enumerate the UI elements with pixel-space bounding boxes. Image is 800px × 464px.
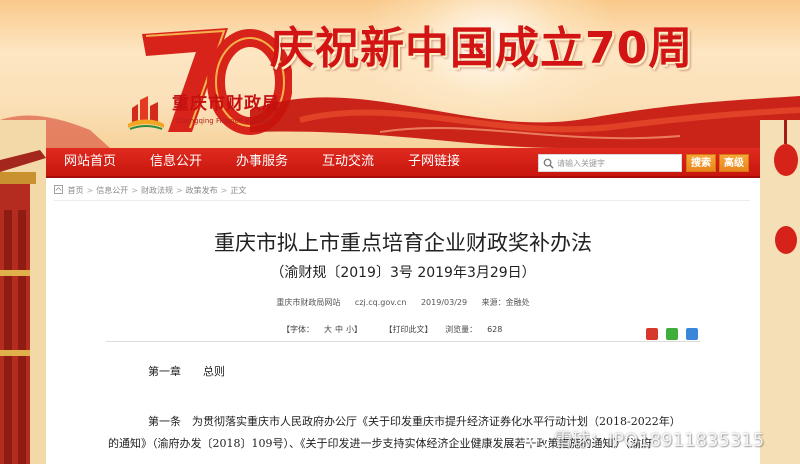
toolbar-left: 【字体： 大中小】 【打印此文】 浏览量： 628 [282,323,522,337]
nav-item-services[interactable]: 办事服务 [236,148,288,176]
breadcrumb-separator: > [86,186,94,195]
breadcrumb-regulations[interactable]: 财政法规 [141,186,173,195]
site-name: 重庆市财政局 [172,94,280,114]
home-icon [54,185,63,194]
view-count-label: 浏览量： [445,325,478,334]
palace-decoration-left [0,120,46,464]
font-size-close: 】 [354,325,362,334]
site-logo[interactable]: 重庆市财政局 Chongqing Finance Bureau [126,92,296,138]
font-size-large[interactable]: 大 [324,325,332,334]
breadcrumb-current: 正文 [230,186,247,195]
view-count-value: 628 [487,325,503,334]
header-banner: 庆祝新中国成立70周 重庆市财政局 Chongqing Finance Bure… [0,0,800,148]
search-box [538,154,682,172]
search-icon [543,158,554,169]
weibo-share-icon[interactable] [645,327,658,340]
watermark-text: 雪球：IPO18911835315 [554,430,765,451]
font-size-label: 【字体： [282,325,314,334]
breadcrumb-separator: > [220,186,228,195]
site-name-english: Chongqing Finance Bureau [176,117,270,125]
main-nav: 网站首页 信息公开 办事服务 互动交流 子网链接 搜索 高级 [46,148,760,178]
lantern-decoration-right [760,120,800,464]
article-panel: 首页 > 信息公开 > 财政法规 > 政策发布 > 正文 重庆市拟上市重点培育企业财政奖补办法 … [46,178,760,464]
city-emblem-icon [128,96,164,130]
search-button[interactable]: 搜索 [686,154,716,172]
article-title: 重庆市拟上市重点培育企业财政奖补办法 [214,231,592,255]
nav-item-sub-sites[interactable]: 子网链接 [408,148,460,176]
breadcrumb-divider [54,200,750,201]
red-ribbon-decoration [0,96,800,148]
font-size-small[interactable]: 小 [346,325,354,334]
meta-date: 2019/03/29 [420,298,468,307]
search-input[interactable] [557,156,677,170]
print-button[interactable]: 【打印此文】 [385,325,433,334]
breadcrumb-separator: > [175,186,183,195]
nav-item-info-disclosure[interactable]: 信息公开 [150,148,202,176]
breadcrumb-home[interactable]: 首页 [68,186,84,195]
more-share-icon[interactable] [686,327,698,340]
breadcrumb-separator: > [131,186,138,195]
breadcrumb-info-disclosure[interactable]: 信息公开 [96,186,128,195]
share-icons [643,323,698,340]
breadcrumb-policy-release[interactable]: 政策发布 [186,186,218,195]
font-size-medium[interactable]: 中 [335,325,343,334]
nav-item-interaction[interactable]: 互动交流 [322,148,374,176]
snowball-logo-icon [529,429,549,449]
wechat-share-icon[interactable] [665,327,678,340]
article-meta: 重庆市财政局网站 czj.cq.gov.cn 2019/03/29 来源：金融处 [46,296,760,310]
chapter-heading: 第一章 总则 [148,365,225,378]
breadcrumb: 首页 > 信息公开 > 财政法规 > 政策发布 > 正文 [54,184,246,198]
watermark: 雪球：IPO18911835315 [528,428,764,454]
meta-domain: czj.cq.gov.cn [354,298,407,307]
nav-item-home[interactable]: 网站首页 [64,148,116,176]
document-number: （渝财规〔2019〕3号 2019年3月29日） [270,265,536,281]
advanced-search-button[interactable]: 高级 [719,154,749,172]
font-size-control: 【字体： 大中小】 [282,325,372,334]
view-count: 浏览量： 628 [445,325,512,334]
meta-origin: 来源：金融处 [481,298,530,307]
meta-source-site: 重庆市财政局网站 [276,298,341,307]
article-toolbar: 【字体： 大中小】 【打印此文】 浏览量： 628 [106,320,700,342]
